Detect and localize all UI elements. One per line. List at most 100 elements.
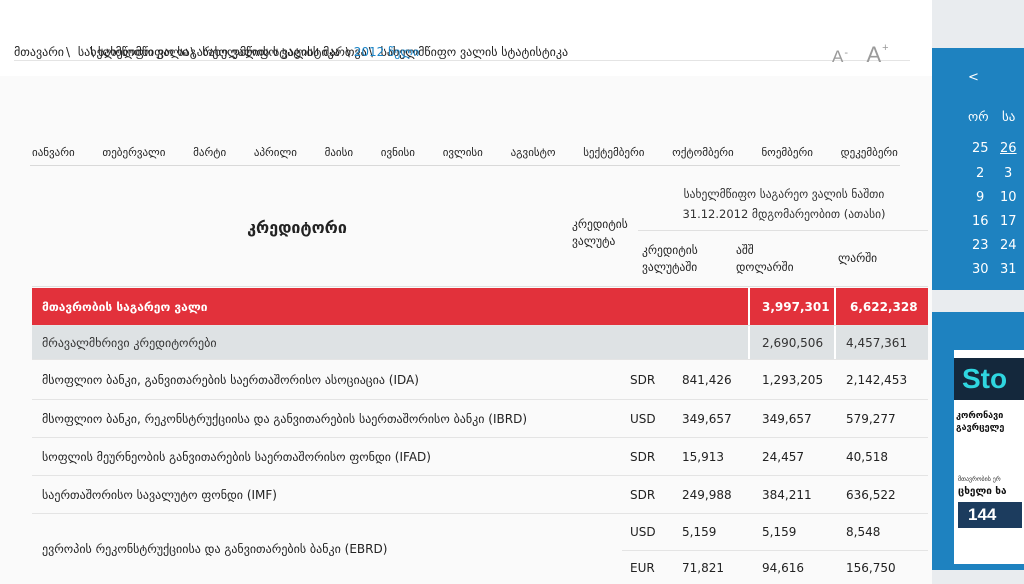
- tab-month-12[interactable]: დეკემბერი: [841, 146, 898, 165]
- column-divider: [834, 288, 836, 325]
- total-usd: 3,997,301: [762, 299, 830, 314]
- creditor-name: მსოფლიო ბანკი, განვითარების საერთაშორისო…: [42, 372, 419, 387]
- tab-month-10[interactable]: ოქტომბერი: [672, 146, 734, 165]
- month-tabs: იანვარი თებერვალი მარტი აპრილი მაისი ივნ…: [30, 146, 900, 166]
- breadcrumb-separator: \: [90, 45, 95, 59]
- creditor-name: საერთაშორისო სავალუტო ფონდი (IMF): [42, 487, 277, 502]
- tab-month-08[interactable]: აგვისტო: [511, 146, 556, 165]
- value-original: 5,159: [682, 525, 717, 539]
- calendar-day-header: ორ: [968, 110, 989, 125]
- breadcrumb-current: 2012 წელი: [353, 45, 420, 59]
- calendar-day[interactable]: 23: [972, 238, 989, 253]
- value-gel: 2,142,453: [846, 372, 908, 387]
- tab-month-03[interactable]: მარტი: [193, 146, 226, 165]
- value-original: 249,988: [682, 487, 732, 502]
- calendar-prev-button[interactable]: <: [968, 70, 979, 85]
- calendar-day[interactable]: 10: [1000, 190, 1017, 205]
- creditor-name: მსოფლიო ბანკი, რეკონსტრუქციისა და განვით…: [42, 411, 528, 426]
- tab-month-09[interactable]: სექტემბერი: [583, 146, 644, 165]
- calendar-day-highlighted[interactable]: 26: [1000, 141, 1017, 156]
- ad-brand: Sto: [954, 358, 1024, 400]
- header-bottom-border: [32, 286, 928, 287]
- increase-font-button[interactable]: A+: [866, 42, 888, 68]
- ad-headline: კორონავი გავრცელე: [956, 410, 1004, 434]
- header-currency-line1: კრედიტის: [572, 217, 628, 231]
- creditor-name: სოფლის მეურნეობის განვითარების საერთაშორ…: [42, 449, 431, 464]
- header-in-original-currency: კრედიტის ვალუტაში: [642, 242, 698, 276]
- table-row-multilateral: მრავალმხრივი კრედიტორები 2,690,506 4,457…: [32, 326, 928, 360]
- header-debt-line1: სახელმწიფო საგარეო ვალის ნაშთი: [683, 187, 885, 201]
- tab-month-11[interactable]: ნოემბერი: [761, 146, 812, 165]
- ad-headline-line1: კორონავი: [956, 411, 1004, 421]
- header-in-usd: აშშ დოლარში: [736, 242, 794, 276]
- creditor-currency: USD: [630, 525, 656, 539]
- calendar-day[interactable]: 31: [1000, 262, 1017, 277]
- column-divider: [748, 326, 750, 359]
- header-debt-line2: 31.12.2012 მდგომარეობით (ათასი): [682, 207, 886, 221]
- creditor-currency: USD: [630, 411, 656, 426]
- value-usd: 1,293,205: [762, 372, 824, 387]
- table-row: საერთაშორისო სავალუტო ფონდი (IMF) SDR 24…: [32, 476, 928, 514]
- calendar-day[interactable]: 17: [1000, 214, 1017, 229]
- value-original: 15,913: [682, 449, 724, 464]
- total-gel: 6,622,328: [850, 299, 918, 314]
- header-sub1-line1: კრედიტის: [642, 243, 698, 257]
- tab-month-07[interactable]: ივლისი: [443, 146, 483, 165]
- ad-hotline-number: 144: [958, 502, 1022, 528]
- tab-month-01[interactable]: იანვარი: [32, 146, 75, 165]
- value-gel: 40,518: [846, 449, 888, 464]
- calendar-day[interactable]: 25: [972, 141, 989, 156]
- calendar-day[interactable]: 2: [976, 166, 984, 181]
- header-currency-line2: ვალუტა: [572, 234, 616, 248]
- ad-hotline-label: ცხელი ხა: [958, 486, 1007, 497]
- tab-month-05[interactable]: მაისი: [325, 146, 353, 165]
- header-sub1-line2: ვალუტაში: [642, 260, 698, 274]
- creditor-currency: SDR: [630, 449, 656, 464]
- ad-caption: მთავრობის ერ: [958, 476, 1001, 483]
- total-name: მთავრობის საგარეო ვალი: [42, 299, 208, 314]
- creditor-currency: SDR: [630, 372, 656, 387]
- value-gel: 8,548: [846, 525, 881, 539]
- column-divider: [834, 326, 836, 359]
- decrease-font-button[interactable]: A-: [832, 47, 848, 67]
- value-usd: 5,159: [762, 525, 797, 539]
- calendar-widget: < ორ სა 25 26 2 3 9 10 16 17 23 24 30 31: [932, 48, 1024, 290]
- table-row: მსოფლიო ბანკი, რეკონსტრუქციისა და განვით…: [32, 400, 928, 438]
- breadcrumb-separator: \: [345, 45, 350, 59]
- value-usd: 94,616: [762, 561, 804, 575]
- calendar-day[interactable]: 24: [1000, 238, 1017, 253]
- calendar-day[interactable]: 30: [972, 262, 989, 277]
- tab-month-04[interactable]: აპრილი: [254, 146, 297, 165]
- calendar-day[interactable]: 9: [976, 190, 984, 205]
- value-gel: 156,750: [846, 561, 896, 575]
- value-usd: 24,457: [762, 449, 804, 464]
- calendar-day-header: სა: [1002, 110, 1016, 125]
- creditor-currency: SDR: [630, 487, 656, 502]
- value-original: 71,821: [682, 561, 724, 575]
- external-debt-table: კრედიტორი კრედიტის ვალუტა სახელმწიფო საგ…: [32, 178, 928, 584]
- multilateral-usd: 2,690,506: [762, 335, 824, 350]
- breadcrumb-external-debt-statistics[interactable]: სახელმწიფო საგარეო ვალის სტატისტიკა: [98, 45, 340, 59]
- header-sub2-line2: დოლარში: [736, 260, 794, 274]
- header-debt-balance: სახელმწიფო საგარეო ვალის ნაშთი 31.12.201…: [640, 184, 928, 224]
- calendar-day[interactable]: 3: [1004, 166, 1012, 181]
- value-usd: 349,657: [762, 411, 812, 426]
- header-sub2-line1: აშშ: [736, 243, 754, 257]
- value-original: 841,426: [682, 372, 732, 387]
- value-gel: 579,277: [846, 411, 896, 426]
- tab-month-06[interactable]: ივნისი: [381, 146, 415, 165]
- calendar-day[interactable]: 16: [972, 214, 989, 229]
- increase-font-sign: +: [882, 42, 889, 54]
- font-size-controls: A- A+: [832, 42, 889, 68]
- multilateral-name: მრავალმხრივი კრედიტორები: [42, 335, 217, 350]
- tab-month-02[interactable]: თებერვალი: [102, 146, 165, 165]
- table-row: მსოფლიო ბანკი, განვითარების საერთაშორისო…: [32, 360, 928, 400]
- table-row-ebrd: ევროპის რეკონსტრუქციისა და განვითარების …: [32, 514, 928, 584]
- ad-headline-line2: გავრცელე: [956, 423, 1005, 433]
- table-row-total: მთავრობის საგარეო ვალი 3,997,301 6,622,3…: [32, 288, 928, 326]
- header-in-gel: ლარში: [838, 251, 878, 265]
- header-divider: [638, 230, 928, 231]
- value-usd: 384,211: [762, 487, 812, 502]
- decrease-font-sign: -: [844, 47, 849, 59]
- column-divider: [748, 288, 750, 325]
